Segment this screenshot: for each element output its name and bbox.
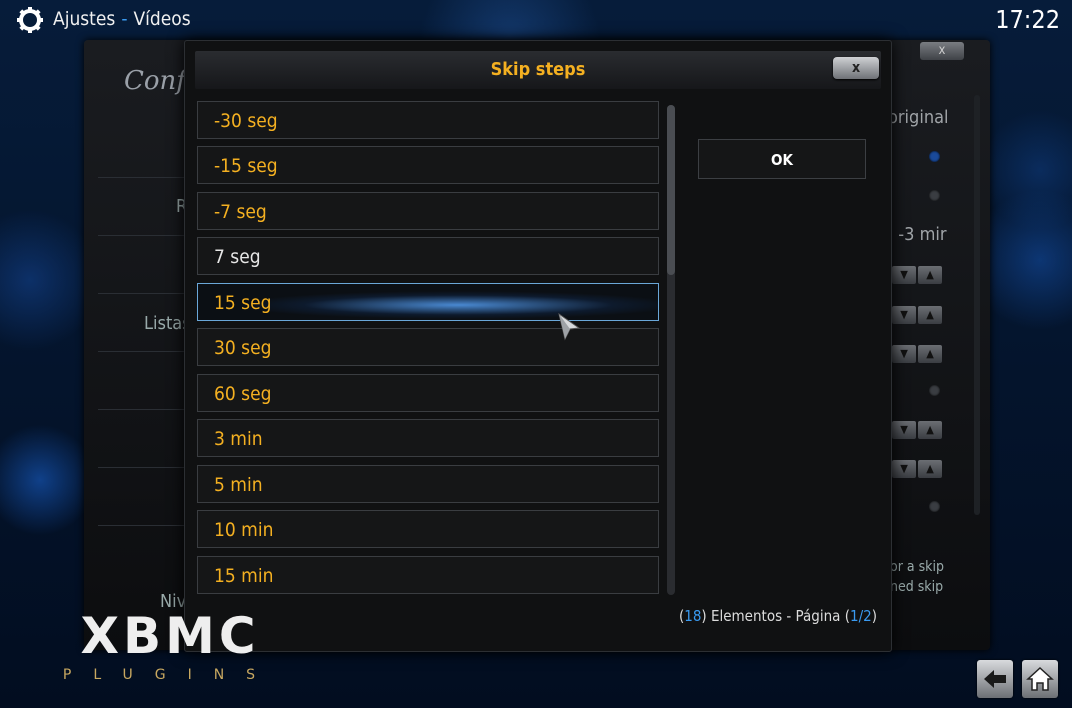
breadcrumb: Ajustes - Vídeos <box>53 8 191 30</box>
radio-button[interactable] <box>929 190 940 201</box>
menu-divider <box>98 351 198 352</box>
menu-divider <box>98 409 198 410</box>
breadcrumb-separator: - <box>121 8 128 30</box>
skip-steps-dialog: Skip steps x -30 seg -15 seg -7 seg 7 se… <box>184 40 892 652</box>
list-item[interactable]: 10 min <box>197 510 659 548</box>
spin-up-icon[interactable]: ▲ <box>918 345 942 363</box>
list-item-focused[interactable]: 15 seg <box>197 283 659 321</box>
setting-value-text: , -3 mir <box>888 224 947 245</box>
ok-button[interactable]: OK <box>698 139 866 179</box>
menu-divider <box>98 235 198 236</box>
menu-divider <box>98 293 198 294</box>
back-button[interactable] <box>977 660 1013 698</box>
spin-down-icon[interactable]: ▼ <box>892 306 916 324</box>
spin-down-icon[interactable]: ▼ <box>892 345 916 363</box>
radio-button[interactable] <box>929 501 940 512</box>
list-item[interactable]: 3 min <box>197 419 659 457</box>
mouse-cursor-icon <box>558 312 581 341</box>
spin-down-icon[interactable]: ▼ <box>892 266 916 284</box>
list-item[interactable]: 15 min <box>197 556 659 594</box>
spin-down-icon[interactable]: ▼ <box>892 421 916 439</box>
spin-control[interactable]: ▼ ▲ <box>892 418 946 439</box>
list-item[interactable]: -15 seg <box>197 146 659 184</box>
breadcrumb-section: Ajustes <box>53 8 116 30</box>
radio-button[interactable] <box>929 385 940 396</box>
settings-scrollbar[interactable] <box>974 95 980 515</box>
list-item[interactable]: 7 seg <box>197 237 659 275</box>
menu-divider <box>98 525 198 526</box>
list-item[interactable]: 60 seg <box>197 374 659 412</box>
logo-sub-text: PLUGINS <box>63 667 277 683</box>
spin-control[interactable]: ▼ ▲ <box>892 263 946 284</box>
clock: 17:22 <box>995 5 1060 34</box>
home-button[interactable] <box>1022 660 1058 698</box>
spin-up-icon[interactable]: ▲ <box>918 460 942 478</box>
back-arrow-icon <box>984 670 1006 688</box>
dialog-close-button[interactable]: x <box>833 57 879 79</box>
spin-control[interactable]: ▼ ▲ <box>892 303 946 324</box>
spin-up-icon[interactable]: ▲ <box>918 306 942 324</box>
list-item[interactable]: -30 seg <box>197 101 659 139</box>
spin-up-icon[interactable]: ▲ <box>918 266 942 284</box>
settings-close-button[interactable]: x <box>920 42 964 60</box>
xbmc-plugins-logo: XBMC PLUGINS <box>63 607 277 683</box>
menu-divider <box>98 177 198 178</box>
count-close-paren: ) <box>871 607 877 625</box>
home-icon <box>1026 666 1054 691</box>
top-bar: Ajustes - Vídeos 17:22 <box>0 0 1072 40</box>
setting-description-text: ned skip <box>890 579 944 595</box>
list-item[interactable]: 5 min <box>197 465 659 503</box>
list-scrollbar[interactable] <box>667 105 675 595</box>
radio-button[interactable] <box>929 151 940 162</box>
menu-divider <box>98 467 198 468</box>
gear-icon <box>17 7 43 33</box>
logo-main-text: XBMC <box>80 607 259 665</box>
spin-down-icon[interactable]: ▼ <box>892 460 916 478</box>
count-page: 1/2 <box>850 607 872 625</box>
item-count: (18) Elementos - Página (1/2) <box>679 607 877 625</box>
setting-description-text: or a skip <box>890 559 944 575</box>
settings-logo: Conf <box>124 66 186 96</box>
list-item[interactable]: -7 seg <box>197 192 659 230</box>
count-number: 18 <box>684 607 702 625</box>
breadcrumb-subsection: Vídeos <box>133 8 191 30</box>
spin-control[interactable]: ▼ ▲ <box>892 457 946 478</box>
spin-control[interactable]: ▼ ▲ <box>892 342 946 363</box>
spin-up-icon[interactable]: ▲ <box>918 421 942 439</box>
setting-value-text: original <box>888 107 949 128</box>
list-item[interactable]: 30 seg <box>197 328 659 366</box>
scrollbar-thumb[interactable] <box>667 105 675 275</box>
dialog-title: Skip steps <box>490 59 586 80</box>
dialog-header: Skip steps x <box>195 51 881 89</box>
count-elements-text: ) Elementos - Página ( <box>701 607 850 625</box>
